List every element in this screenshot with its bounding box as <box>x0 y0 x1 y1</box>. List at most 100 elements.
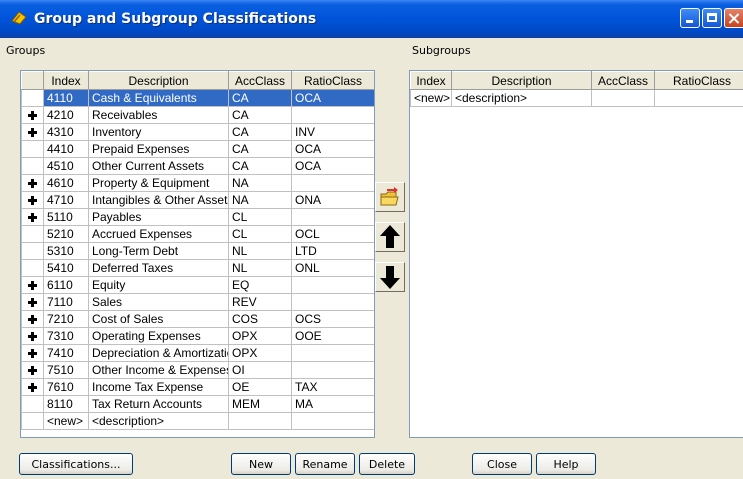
cell-accclass[interactable]: COS <box>228 310 292 328</box>
cell-accclass[interactable]: EQ <box>228 276 292 294</box>
groups-row[interactable]: <new> <description> <box>21 412 374 430</box>
groups-row[interactable]: 7610 Income Tax Expense OE TAX <box>21 378 374 396</box>
groups-row[interactable]: 4510 Other Current Assets CA OCA <box>21 157 374 175</box>
cell-accclass[interactable]: CL <box>228 225 292 243</box>
cell-description[interactable]: Property & Equipment <box>88 174 229 192</box>
cell-accclass[interactable]: CA <box>228 123 292 141</box>
cell-ratioclass[interactable]: ONA <box>291 191 374 209</box>
move-down-button[interactable] <box>375 262 405 292</box>
cell-accclass[interactable]: MEM <box>228 395 292 413</box>
groups-row[interactable]: 5210 Accrued Expenses CL OCL <box>21 225 374 243</box>
cell-ratioclass[interactable]: OCS <box>291 310 374 328</box>
cell-description[interactable]: <description> <box>451 89 592 107</box>
expand-plus-icon[interactable] <box>28 365 37 375</box>
expand-plus-icon[interactable] <box>28 348 37 358</box>
cell-index[interactable]: 4610 <box>43 174 89 192</box>
cell-description[interactable]: Income Tax Expense <box>88 378 229 396</box>
cell-ratioclass[interactable] <box>291 106 374 124</box>
expand-plus-icon[interactable] <box>28 297 37 307</box>
subgroups-header-ratioclass[interactable]: RatioClass <box>654 71 743 90</box>
cell-description[interactable]: Cost of Sales <box>88 310 229 328</box>
groups-row[interactable]: 8110 Tax Return Accounts MEM MA <box>21 395 374 413</box>
rename-button[interactable]: Rename <box>295 453 355 475</box>
row-marker[interactable] <box>21 327 44 345</box>
cell-index[interactable]: 4110 <box>43 89 89 107</box>
groups-row[interactable]: 7310 Operating Expenses OPX OOE <box>21 327 374 345</box>
groups-row[interactable]: 7410 Depreciation & Amortization OPX <box>21 344 374 362</box>
cell-ratioclass[interactable]: TAX <box>291 378 374 396</box>
groups-row[interactable]: 4210 Receivables CA <box>21 106 374 124</box>
cell-index[interactable]: 7210 <box>43 310 89 328</box>
cell-accclass[interactable]: NA <box>228 174 292 192</box>
subgroups-grid[interactable]: Index Description AccClass RatioClass <n… <box>409 70 743 438</box>
groups-row[interactable]: 5310 Long-Term Debt NL LTD <box>21 242 374 260</box>
cell-description[interactable]: Inventory <box>88 123 229 141</box>
cell-accclass[interactable] <box>228 412 292 430</box>
groups-row[interactable]: 4610 Property & Equipment NA <box>21 174 374 192</box>
delete-button[interactable]: Delete <box>359 453 415 475</box>
row-marker[interactable] <box>21 174 44 192</box>
move-to-subgroup-button[interactable] <box>375 182 405 212</box>
expand-plus-icon[interactable] <box>28 127 37 137</box>
cell-description[interactable]: Other Current Assets <box>88 157 229 175</box>
cell-ratioclass[interactable]: OCA <box>291 140 374 158</box>
subgroups-header-index[interactable]: Index <box>410 71 452 90</box>
expand-plus-icon[interactable] <box>28 178 37 188</box>
row-marker[interactable] <box>21 208 44 226</box>
cell-accclass[interactable]: CA <box>228 89 292 107</box>
cell-index[interactable]: 4410 <box>43 140 89 158</box>
cell-description[interactable]: Depreciation & Amortization <box>88 344 229 362</box>
groups-row[interactable]: 4110 Cash & Equivalents CA OCA <box>21 89 374 107</box>
cell-index[interactable]: 8110 <box>43 395 89 413</box>
row-marker[interactable] <box>21 361 44 379</box>
groups-grid[interactable]: Index Description AccClass RatioClass 41… <box>20 70 375 438</box>
cell-description[interactable]: Intangibles & Other Assets <box>88 191 229 209</box>
cell-ratioclass[interactable] <box>291 361 374 379</box>
cell-description[interactable]: Sales <box>88 293 229 311</box>
cell-description[interactable]: Tax Return Accounts <box>88 395 229 413</box>
groups-row[interactable]: 4310 Inventory CA INV <box>21 123 374 141</box>
groups-row[interactable]: 6110 Equity EQ <box>21 276 374 294</box>
cell-index[interactable]: 5310 <box>43 242 89 260</box>
row-marker[interactable] <box>21 293 44 311</box>
cell-description[interactable]: Other Income & Expenses <box>88 361 229 379</box>
cell-index[interactable]: 7610 <box>43 378 89 396</box>
cell-ratioclass[interactable]: MA <box>291 395 374 413</box>
cell-accclass[interactable] <box>591 89 655 107</box>
groups-row[interactable]: 7110 Sales REV <box>21 293 374 311</box>
cell-index[interactable]: 7110 <box>43 293 89 311</box>
cell-accclass[interactable]: NL <box>228 242 292 260</box>
cell-index[interactable]: 4310 <box>43 123 89 141</box>
cell-ratioclass[interactable] <box>291 344 374 362</box>
cell-accclass[interactable]: OE <box>228 378 292 396</box>
cell-ratioclass[interactable]: OCA <box>291 157 374 175</box>
groups-header-description[interactable]: Description <box>88 71 229 90</box>
cell-description[interactable]: Payables <box>88 208 229 226</box>
cell-accclass[interactable]: OI <box>228 361 292 379</box>
expand-plus-icon[interactable] <box>28 212 37 222</box>
cell-description[interactable]: Cash & Equivalents <box>88 89 229 107</box>
cell-ratioclass[interactable]: LTD <box>291 242 374 260</box>
cell-ratioclass[interactable]: ONL <box>291 259 374 277</box>
expand-plus-icon[interactable] <box>28 195 37 205</box>
subgroups-header-accclass[interactable]: AccClass <box>591 71 655 90</box>
row-marker[interactable] <box>21 106 44 124</box>
expand-plus-icon[interactable] <box>28 110 37 120</box>
cell-description[interactable]: <description> <box>88 412 229 430</box>
expand-plus-icon[interactable] <box>28 280 37 290</box>
cell-index[interactable]: 4210 <box>43 106 89 124</box>
row-marker[interactable] <box>21 123 44 141</box>
groups-header-accclass[interactable]: AccClass <box>228 71 292 90</box>
groups-row[interactable]: 7210 Cost of Sales COS OCS <box>21 310 374 328</box>
groups-row[interactable]: 5110 Payables CL <box>21 208 374 226</box>
cell-description[interactable]: Receivables <box>88 106 229 124</box>
close-window-button[interactable] <box>724 8 743 28</box>
cell-accclass[interactable]: NA <box>228 191 292 209</box>
cell-ratioclass[interactable] <box>291 174 374 192</box>
title-bar[interactable]: Group and Subgroup Classifications <box>0 0 743 38</box>
cell-description[interactable]: Prepaid Expenses <box>88 140 229 158</box>
groups-header-index[interactable]: Index <box>43 71 89 90</box>
row-marker[interactable] <box>21 276 44 294</box>
cell-ratioclass[interactable] <box>291 276 374 294</box>
groups-row[interactable]: 4710 Intangibles & Other Assets NA ONA <box>21 191 374 209</box>
